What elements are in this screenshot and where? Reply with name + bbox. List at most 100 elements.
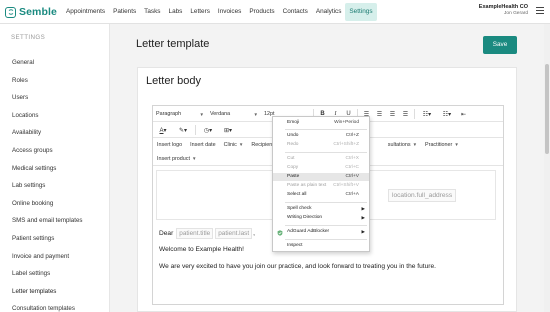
practitioner-menu[interactable]: Practitioner ▼ bbox=[421, 142, 463, 148]
nav-contacts[interactable]: Contacts bbox=[279, 3, 312, 21]
chevron-down-icon: ▼ bbox=[191, 156, 197, 161]
submenu-arrow-icon: ▶ bbox=[361, 215, 365, 220]
nav-products[interactable]: Products bbox=[245, 3, 278, 21]
account-org-name: ExampleHealth CO bbox=[478, 4, 528, 10]
context-menu: Emoji Win+Period Undo Ctrl+Z Redo Ctrl+Shif… bbox=[272, 116, 370, 252]
sidebar-item-availability[interactable]: Availability bbox=[0, 124, 110, 142]
nav-appointments[interactable]: Appointments bbox=[62, 3, 109, 21]
salutation-line[interactable]: Dear patient.title patient.last , bbox=[159, 228, 255, 239]
sidebar-item-letter-templates[interactable]: Letter templates bbox=[0, 283, 110, 301]
sidebar-heading: SETTINGS bbox=[11, 34, 46, 41]
clinic-label: Clinic bbox=[223, 141, 237, 148]
consultations-label: sultations bbox=[387, 141, 411, 148]
sidebar-item-sms-email-templates[interactable]: SMS and email templates bbox=[0, 212, 110, 230]
ctx-undo-shortcut: Ctrl+Z bbox=[345, 133, 359, 138]
sidebar-item-medical-settings[interactable]: Medical settings bbox=[0, 160, 110, 178]
chevron-down-icon: ▼ bbox=[253, 111, 258, 117]
ctx-inspect[interactable]: Inspect bbox=[273, 242, 369, 250]
sidebar-item-invoice-payment[interactable]: Invoice and payment bbox=[0, 248, 110, 266]
nav-invoices[interactable]: Invoices bbox=[214, 3, 245, 21]
ctx-copy-shortcut: Ctrl+C bbox=[345, 165, 359, 170]
nav-settings[interactable]: Settings bbox=[345, 2, 377, 21]
insert-product-menu[interactable]: Insert product ▼ bbox=[153, 156, 200, 162]
ctx-redo[interactable]: Redo Ctrl+Shift+Z bbox=[273, 141, 369, 149]
sidebar-item-users[interactable]: Users bbox=[0, 89, 110, 107]
nav-analytics[interactable]: Analytics bbox=[312, 3, 346, 21]
ctx-undo-label: Undo bbox=[287, 133, 299, 138]
ctx-copy[interactable]: Copy Ctrl+C bbox=[273, 164, 369, 172]
ctx-cut-label: Cut bbox=[287, 156, 295, 161]
sidebar-item-access-groups[interactable]: Access groups bbox=[0, 142, 110, 160]
text-color-icon[interactable]: A▾ bbox=[153, 127, 173, 134]
submenu-arrow-icon: ▶ bbox=[361, 229, 365, 234]
sidebar-item-consultation-templates[interactable]: Consultation templates bbox=[0, 300, 110, 312]
align-right-icon[interactable]: ☰ bbox=[386, 111, 399, 118]
sidebar-item-locations[interactable]: Locations bbox=[0, 107, 110, 125]
highlight-color-icon[interactable]: ✎▾ bbox=[173, 127, 193, 134]
align-justify-icon[interactable]: ☰ bbox=[399, 111, 412, 118]
ctx-emoji[interactable]: Emoji Win+Period bbox=[273, 119, 369, 127]
ctx-spell-check[interactable]: Spell check ▶ bbox=[273, 205, 369, 213]
ctx-writing-direction-label: Writing Direction bbox=[287, 215, 323, 220]
practitioner-label: Practitioner bbox=[425, 141, 453, 148]
outdent-icon[interactable]: ⇤ bbox=[457, 111, 470, 118]
ctx-select-all[interactable]: Select all Ctrl+A bbox=[273, 191, 369, 199]
ctx-adguard-label: AdGuard AdBlocker bbox=[287, 229, 330, 234]
insert-date-button[interactable]: Insert date bbox=[186, 142, 219, 148]
sidebar-item-lab-settings[interactable]: Lab settings bbox=[0, 177, 110, 195]
ctx-redo-label: Redo bbox=[287, 142, 299, 147]
ctx-adguard[interactable]: AdGuard AdBlocker ▶ bbox=[273, 228, 369, 236]
table-icon[interactable]: ⊞▾ bbox=[218, 127, 238, 134]
clock-icon[interactable]: ◷▾ bbox=[198, 127, 218, 134]
sidebar-item-label-settings[interactable]: Label settings bbox=[0, 265, 110, 283]
insert-product-label: Insert product bbox=[157, 155, 190, 162]
top-navigation: Semble Appointments Patients Tasks Labs … bbox=[0, 0, 550, 24]
nav-letters[interactable]: Letters bbox=[186, 3, 214, 21]
ctx-paste-plain[interactable]: Paste as plain text Ctrl+Shift+V bbox=[273, 182, 369, 190]
brand-name: Semble bbox=[19, 6, 57, 18]
chevron-down-icon: ▼ bbox=[238, 142, 244, 147]
nav-labs[interactable]: Labs bbox=[165, 3, 187, 21]
ctx-writing-direction[interactable]: Writing Direction ▶ bbox=[273, 214, 369, 222]
bullet-list-icon[interactable]: ☷▾ bbox=[417, 111, 437, 118]
ctx-undo[interactable]: Undo Ctrl+Z bbox=[273, 132, 369, 140]
ctx-cut-shortcut: Ctrl+X bbox=[345, 156, 359, 161]
ctx-inspect-label: Inspect bbox=[287, 243, 303, 248]
dear-text: Dear bbox=[159, 230, 174, 237]
ctx-redo-shortcut: Ctrl+Shift+Z bbox=[333, 142, 359, 147]
consultations-menu[interactable]: sultations ▼ bbox=[384, 142, 421, 148]
sidebar-item-online-booking[interactable]: Online booking bbox=[0, 195, 110, 213]
numbered-list-icon[interactable]: ☷▾ bbox=[437, 111, 457, 118]
sidebar-item-general[interactable]: General bbox=[0, 54, 110, 72]
nav-patients[interactable]: Patients bbox=[109, 3, 140, 21]
location-token[interactable]: location.full_address bbox=[388, 189, 457, 202]
sidebar-item-roles[interactable]: Roles bbox=[0, 72, 110, 90]
insert-logo-button[interactable]: Insert logo bbox=[153, 142, 186, 148]
account-switcher[interactable]: ExampleHealth CO Jon Gerard bbox=[479, 4, 528, 17]
welcome-line[interactable]: Welcome to Example Health! bbox=[159, 246, 244, 253]
patient-last-token[interactable]: patient.last bbox=[215, 228, 253, 239]
page-scrollbar[interactable] bbox=[544, 24, 550, 312]
patient-title-token[interactable]: patient.title bbox=[176, 228, 214, 239]
ctx-paste-label: Paste bbox=[287, 174, 300, 179]
ctx-select-all-label: Select all bbox=[287, 192, 307, 197]
save-button[interactable]: Save bbox=[483, 36, 517, 54]
format-select[interactable]: Paragraph ▼ bbox=[153, 111, 207, 117]
sidebar-item-patient-settings[interactable]: Patient settings bbox=[0, 230, 110, 248]
page-title: Letter template bbox=[136, 38, 210, 50]
font-select[interactable]: Verdana ▼ bbox=[207, 111, 261, 117]
chevron-down-icon: ▼ bbox=[412, 142, 418, 147]
clinic-menu[interactable]: Clinic ▼ bbox=[220, 142, 248, 148]
menu-icon[interactable] bbox=[536, 7, 544, 15]
ctx-paste[interactable]: Paste Ctrl+V bbox=[273, 173, 369, 182]
format-value: Paragraph bbox=[156, 111, 182, 117]
semble-logo-icon bbox=[5, 6, 16, 18]
align-center-icon[interactable]: ☰ bbox=[373, 111, 386, 118]
body-line[interactable]: We are very excited to have you join our… bbox=[159, 263, 436, 270]
ctx-copy-label: Copy bbox=[287, 165, 299, 170]
ctx-cut[interactable]: Cut Ctrl+X bbox=[273, 155, 369, 163]
nav-tasks[interactable]: Tasks bbox=[140, 3, 164, 21]
semble-logo[interactable]: Semble bbox=[5, 5, 57, 19]
scrollbar-thumb[interactable] bbox=[545, 64, 549, 154]
account-user-name: Jon Gerard bbox=[504, 11, 528, 16]
